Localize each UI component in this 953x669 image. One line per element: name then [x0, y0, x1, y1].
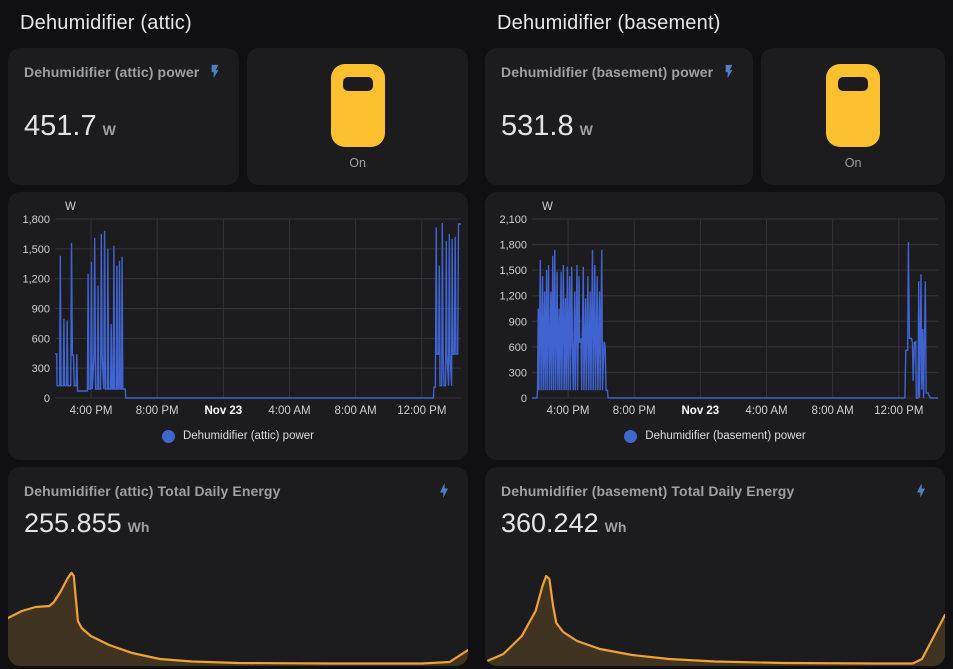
power-history-chart: 2,100 1,800 1,500 1,200 900 600 300 0 4:00 PM 8:0…: [485, 192, 945, 422]
top-row-basement: Dehumidifier (basement) power 531.8 W On: [485, 48, 945, 185]
svg-text:300: 300: [509, 367, 527, 379]
svg-text:8:00 AM: 8:00 AM: [812, 405, 854, 417]
svg-text:1,200: 1,200: [22, 274, 50, 286]
flash-icon: [207, 62, 223, 81]
power-entity-name: Dehumidifier (basement) power: [501, 62, 713, 82]
energy-card-attic[interactable]: Dehumidifier (attic) Total Daily Energy …: [8, 467, 468, 666]
svg-text:0: 0: [521, 393, 527, 405]
energy-unit: Wh: [128, 519, 150, 535]
svg-text:4:00 PM: 4:00 PM: [547, 405, 590, 417]
svg-text:8:00 PM: 8:00 PM: [613, 405, 656, 417]
history-chart-card-basement[interactable]: 2,100 1,800 1,500 1,200 900 600 300 0 4:00 PM 8:0…: [485, 192, 945, 460]
power-value: 451.7: [24, 112, 97, 141]
power-unit: W: [103, 122, 116, 138]
power-history-chart: 1,800 1,500 1,200 900 600 300 0 4:00 PM 8:00 PM N…: [8, 192, 468, 422]
svg-text:900: 900: [509, 316, 527, 328]
svg-text:W: W: [65, 201, 76, 213]
section-basement: Dehumidifier (basement) Dehumidifier (ba…: [485, 8, 945, 666]
svg-text:Nov 23: Nov 23: [681, 405, 719, 417]
legend-dot-icon: [624, 430, 637, 443]
history-chart-card-attic[interactable]: 1,800 1,500 1,200 900 600 300 0 4:00 PM 8:00 PM N…: [8, 192, 468, 460]
top-row-attic: Dehumidifier (attic) power 451.7 W On: [8, 48, 468, 185]
legend-label: Dehumidifier (attic) power: [183, 430, 314, 442]
switch-state-label: On: [845, 156, 862, 170]
power-plug-icon[interactable]: [331, 64, 385, 147]
section-title-attic: Dehumidifier (attic): [20, 10, 468, 36]
energy-sparkline-chart: [8, 566, 468, 666]
lightning-bolt-icon: [436, 481, 452, 500]
power-unit: W: [580, 122, 593, 138]
legend-dot-icon: [162, 430, 175, 443]
switch-state-label: On: [349, 156, 366, 170]
svg-text:1,800: 1,800: [22, 214, 50, 226]
svg-text:1,800: 1,800: [499, 240, 527, 252]
energy-value: 360.242: [501, 510, 599, 537]
switch-card-basement[interactable]: On: [761, 48, 945, 185]
svg-text:1,200: 1,200: [499, 291, 527, 303]
power-value: 531.8: [501, 112, 574, 141]
svg-text:4:00 AM: 4:00 AM: [268, 405, 310, 417]
svg-text:8:00 PM: 8:00 PM: [136, 405, 179, 417]
legend-label: Dehumidifier (basement) power: [645, 430, 805, 442]
svg-text:600: 600: [32, 333, 50, 345]
svg-text:0: 0: [44, 393, 50, 405]
energy-unit: Wh: [605, 519, 627, 535]
svg-text:4:00 PM: 4:00 PM: [70, 405, 113, 417]
chart-legend: Dehumidifier (basement) power: [485, 422, 945, 450]
svg-text:900: 900: [32, 304, 50, 316]
dashboard: Dehumidifier (attic) Dehumidifier (attic…: [8, 8, 945, 666]
plug-slot: [343, 77, 373, 91]
power-sensor-card-attic[interactable]: Dehumidifier (attic) power 451.7 W: [8, 48, 239, 185]
chart-legend: Dehumidifier (attic) power: [8, 422, 468, 450]
svg-text:600: 600: [509, 342, 527, 354]
svg-text:1,500: 1,500: [499, 265, 527, 277]
svg-text:Nov 23: Nov 23: [204, 405, 242, 417]
section-attic: Dehumidifier (attic) Dehumidifier (attic…: [8, 8, 468, 666]
svg-text:12:00 PM: 12:00 PM: [397, 405, 446, 417]
switch-card-attic[interactable]: On: [247, 48, 468, 185]
svg-text:2,100: 2,100: [499, 214, 527, 226]
energy-entity-name: Dehumidifier (attic) Total Daily Energy: [24, 481, 428, 501]
svg-text:300: 300: [32, 363, 50, 375]
svg-text:8:00 AM: 8:00 AM: [335, 405, 377, 417]
energy-entity-name: Dehumidifier (basement) Total Daily Ener…: [501, 481, 905, 501]
flash-icon: [721, 62, 737, 81]
power-plug-icon[interactable]: [826, 64, 880, 147]
svg-text:1,500: 1,500: [22, 244, 50, 256]
svg-text:4:00 AM: 4:00 AM: [745, 405, 787, 417]
energy-card-basement[interactable]: Dehumidifier (basement) Total Daily Ener…: [485, 467, 945, 666]
energy-value: 255.855: [24, 510, 122, 537]
power-entity-name: Dehumidifier (attic) power: [24, 62, 199, 82]
svg-text:W: W: [542, 201, 553, 213]
power-sensor-card-basement[interactable]: Dehumidifier (basement) power 531.8 W: [485, 48, 753, 185]
plug-slot: [838, 77, 868, 91]
lightning-bolt-icon: [913, 481, 929, 500]
svg-text:12:00 PM: 12:00 PM: [874, 405, 923, 417]
energy-sparkline-chart: [485, 566, 945, 666]
section-title-basement: Dehumidifier (basement): [497, 10, 945, 36]
